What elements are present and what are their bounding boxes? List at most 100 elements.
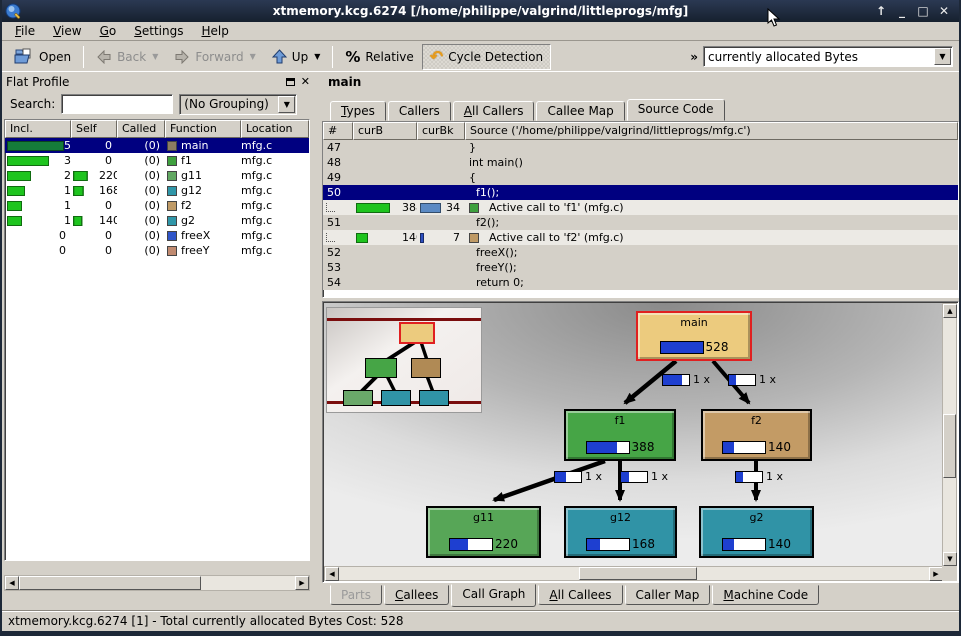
scroll-down-icon[interactable]: ▼: [943, 552, 957, 566]
scrollbar-track[interactable]: [201, 576, 295, 590]
tab-machine-code[interactable]: Machine Code: [712, 585, 819, 605]
graph-vscrollbar[interactable]: ▲ ▼: [942, 303, 957, 567]
graph-overview-panel[interactable]: [326, 307, 482, 413]
table-row-freeY[interactable]: 0 0 (0) freeY mfg.c: [5, 243, 309, 258]
scrollbar-track[interactable]: [339, 567, 579, 580]
graph-node-f1[interactable]: f1 388: [564, 409, 676, 461]
function-color-swatch: [167, 171, 177, 181]
column-header-line[interactable]: #: [323, 122, 353, 140]
combo-dropdown-icon[interactable]: ▼: [934, 48, 951, 65]
table-row-f1[interactable]: 388 0 (0) f1 mfg.c: [5, 153, 309, 168]
tab-callees[interactable]: Callees: [384, 585, 449, 605]
tab-call-graph[interactable]: Call Graph: [451, 584, 536, 607]
scroll-left-icon[interactable]: ◀: [325, 567, 339, 581]
minimize-button[interactable]: _: [895, 4, 909, 18]
column-header-function[interactable]: Function: [165, 120, 241, 138]
forward-button[interactable]: Forward ▼: [166, 44, 263, 70]
event-type-combobox[interactable]: currently allocated Bytes ▼: [703, 46, 953, 67]
graph-hscrollbar[interactable]: ◀ ▶: [324, 566, 944, 581]
toolbar-overflow-chevron[interactable]: »: [690, 50, 698, 64]
source-line[interactable]: 51 f2();: [323, 215, 958, 230]
graph-node-g11[interactable]: g11 220: [426, 506, 541, 558]
tab-types[interactable]: Types: [330, 101, 386, 121]
menu-help[interactable]: Help: [192, 22, 237, 40]
menu-file[interactable]: File: [6, 22, 44, 40]
graph-node-main[interactable]: main 528: [636, 311, 752, 361]
shade-button[interactable]: ↑: [874, 4, 888, 18]
tab-callers[interactable]: Callers: [388, 101, 451, 121]
maximize-button[interactable]: □: [916, 4, 930, 18]
toolbar: Open Back ▼ Forward ▼ Up ▼ % Rela: [2, 42, 959, 72]
function-color-swatch: [167, 246, 177, 256]
table-row-main[interactable]: 528 0 (0) main mfg.c: [5, 138, 309, 153]
menu-settings[interactable]: Settings: [125, 22, 192, 40]
table-row-g12[interactable]: 168 168 (0) g12 mfg.c: [5, 183, 309, 198]
dock-float-icon[interactable]: [286, 78, 295, 86]
combo-dropdown-icon[interactable]: ▼: [278, 96, 295, 113]
source-call-row-f1[interactable]: 388 34 Active call to 'f1' (mfg.c): [323, 200, 958, 215]
relative-toggle-button[interactable]: % Relative: [337, 44, 421, 70]
source-line[interactable]: 54 return 0;: [323, 275, 958, 290]
tab-all-callees[interactable]: All Callees: [538, 585, 622, 605]
tab-all-callers[interactable]: All Callers: [453, 101, 535, 121]
graph-node-g2[interactable]: g2 140: [699, 506, 814, 558]
search-input[interactable]: [61, 94, 173, 114]
forward-dropdown-icon[interactable]: ▼: [250, 52, 256, 61]
scrollbar-thumb[interactable]: [943, 414, 956, 478]
graph-node-f2[interactable]: f2 140: [701, 409, 812, 461]
function-color-swatch: [469, 233, 479, 243]
source-line[interactable]: 48 int main(): [323, 155, 958, 170]
call-graph-canvas[interactable]: main 528 f1 388 f2 140 g11 220 g12 168: [324, 303, 944, 567]
menu-go[interactable]: Go: [91, 22, 126, 40]
column-header-incl[interactable]: Incl.: [5, 120, 71, 138]
dock-close-icon[interactable]: ✕: [301, 75, 310, 88]
cost-bar: [660, 341, 704, 354]
scrollbar-track[interactable]: [943, 318, 956, 414]
tab-source-code[interactable]: Source Code: [627, 99, 725, 121]
source-line[interactable]: 52 freeX();: [323, 245, 958, 260]
source-line[interactable]: 47 }: [323, 140, 958, 155]
tab-caller-map[interactable]: Caller Map: [625, 585, 711, 605]
up-button[interactable]: Up ▼: [264, 44, 329, 70]
scroll-up-icon[interactable]: ▲: [943, 304, 957, 318]
scrollbar-thumb[interactable]: [19, 576, 201, 590]
column-header-self[interactable]: Self: [71, 120, 117, 138]
back-button[interactable]: Back ▼: [88, 44, 166, 70]
cycle-detection-toggle-button[interactable]: ↶ Cycle Detection: [422, 44, 551, 70]
source-call-row-f2[interactable]: 140 7 Active call to 'f2' (mfg.c): [323, 230, 958, 245]
flat-profile-hscrollbar[interactable]: ◀ ▶: [4, 575, 310, 591]
tab-callee-map[interactable]: Callee Map: [536, 101, 624, 121]
table-row-g11[interactable]: 220 220 (0) g11 mfg.c: [5, 168, 309, 183]
back-dropdown-icon[interactable]: ▼: [152, 52, 158, 61]
scroll-left-icon[interactable]: ◀: [5, 576, 19, 590]
source-line-selected[interactable]: 50 f1();: [323, 185, 958, 200]
table-row-g2[interactable]: 140 140 (0) g2 mfg.c: [5, 213, 309, 228]
scroll-right-icon[interactable]: ▶: [295, 576, 309, 590]
scrollbar-track[interactable]: [697, 567, 929, 580]
column-header-called[interactable]: Called: [117, 120, 165, 138]
open-button[interactable]: Open: [6, 44, 79, 70]
column-header-location[interactable]: Location: [241, 120, 309, 138]
column-header-curb[interactable]: curB: [353, 122, 417, 140]
menu-view[interactable]: View: [44, 22, 90, 40]
edge-label-f2-g2: 1 x: [735, 470, 783, 483]
table-row-freeX[interactable]: 0 0 (0) freeX mfg.c: [5, 228, 309, 243]
status-text: xtmemory.kcg.6274 [1] - Total currently …: [8, 614, 403, 628]
self-bar: [73, 216, 82, 226]
scrollbar-track[interactable]: [943, 478, 956, 552]
tab-parts[interactable]: Parts: [330, 585, 382, 605]
grouping-combobox[interactable]: (No Grouping) ▼: [179, 94, 297, 115]
close-button[interactable]: ✕: [937, 4, 951, 18]
source-line[interactable]: 49 {: [323, 170, 958, 185]
up-dropdown-icon[interactable]: ▼: [314, 52, 320, 61]
tree-branch-icon: [326, 233, 335, 242]
incl-bar: [7, 201, 22, 211]
graph-node-g12[interactable]: g12 168: [564, 506, 677, 558]
column-header-source[interactable]: Source ('/home/philippe/valgrind/littlep…: [465, 122, 958, 140]
scrollbar-thumb[interactable]: [579, 567, 697, 580]
scroll-right-icon[interactable]: ▶: [929, 567, 943, 581]
table-row-f2[interactable]: 140 0 (0) f2 mfg.c: [5, 198, 309, 213]
percent-icon: %: [345, 48, 360, 66]
column-header-curbk[interactable]: curBk: [417, 122, 465, 140]
source-line[interactable]: 53 freeY();: [323, 260, 958, 275]
